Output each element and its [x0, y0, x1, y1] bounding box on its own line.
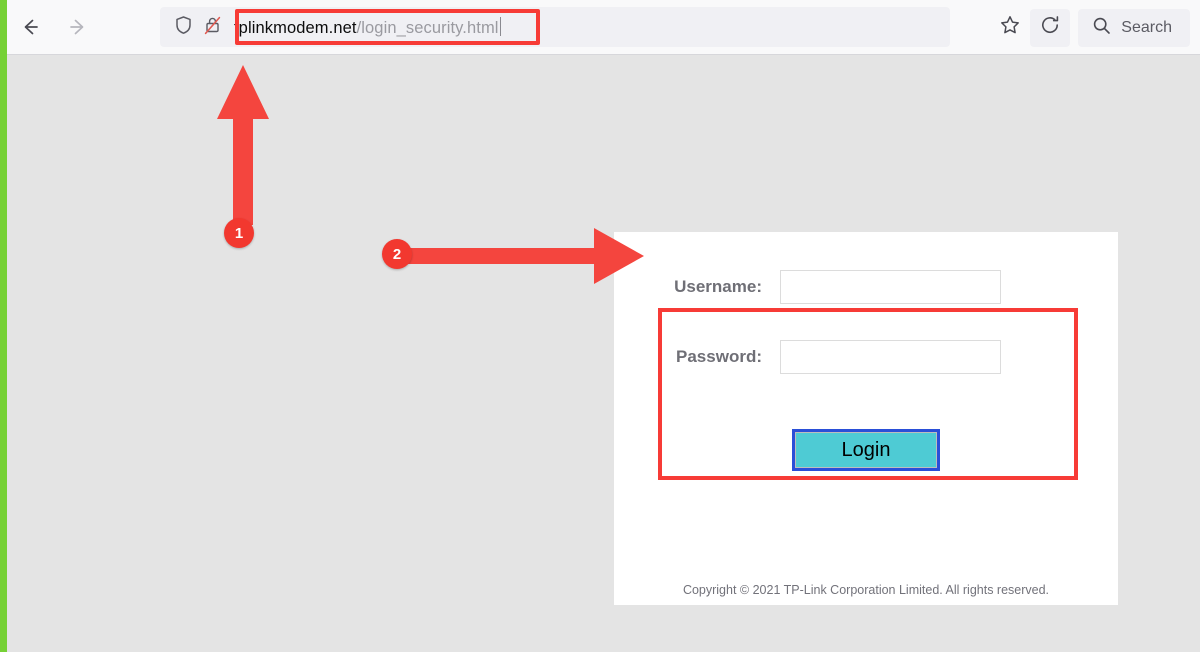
search-input[interactable]: Search: [1078, 8, 1190, 47]
search-icon: [1092, 16, 1111, 40]
browser-window: tplinkmodem.net/login_security.html Sear…: [0, 0, 1200, 652]
forward-button[interactable]: [62, 11, 94, 43]
lock-crossed-out-icon[interactable]: [203, 15, 222, 40]
back-button[interactable]: [14, 11, 46, 43]
username-label: Username:: [674, 277, 762, 296]
shield-icon[interactable]: [174, 15, 193, 40]
star-icon: [999, 14, 1021, 41]
arrow-left-icon: [19, 16, 41, 38]
annotation-arrow-right: [396, 226, 646, 291]
reload-icon: [1039, 14, 1061, 41]
toolbar-actions: Search: [990, 0, 1200, 55]
navigation-buttons: [14, 11, 94, 43]
username-field[interactable]: [780, 270, 1001, 304]
annotation-badge-2: 2: [382, 239, 412, 269]
search-label: Search: [1121, 18, 1172, 36]
browser-toolbar: tplinkmodem.net/login_security.html Sear…: [0, 0, 1200, 55]
left-edge-green-strip: [0, 0, 7, 652]
annotation-badge-1: 1: [224, 218, 254, 248]
annotation-arrow-up: [214, 63, 272, 238]
bookmark-button[interactable]: [990, 9, 1030, 47]
address-bar-icons: [174, 15, 222, 40]
username-row: Username:: [658, 267, 1078, 307]
url-highlight-box: [235, 9, 540, 45]
arrow-right-icon: [67, 16, 89, 38]
copyright-text: Copyright © 2021 TP-Link Corporation Lim…: [682, 583, 1050, 597]
reload-button[interactable]: [1030, 8, 1071, 47]
page-viewport: Username: Password: Login Copyright © 20…: [0, 55, 1200, 652]
form-highlight-box: [658, 308, 1078, 480]
